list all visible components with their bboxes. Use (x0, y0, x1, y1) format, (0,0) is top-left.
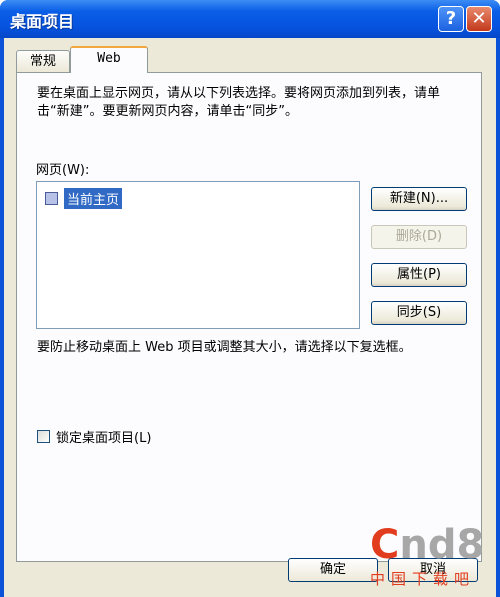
watermark-brand: Cnd8 (370, 522, 485, 568)
close-button[interactable]: ✕ (466, 6, 492, 32)
window-title: 桌面项目 (10, 12, 75, 31)
lock-items-row[interactable]: 锁定桌面项目(L) (37, 427, 151, 446)
new-button[interactable]: 新建(N)... (371, 187, 467, 211)
watermark-logo: Cnd8 中国下载吧 (364, 520, 492, 590)
list-item[interactable]: 当前主页 (45, 187, 123, 209)
properties-button[interactable]: 属性(P) (371, 263, 467, 287)
lock-items-checkbox[interactable] (37, 430, 50, 443)
tab-general[interactable]: 常规 (16, 50, 70, 72)
sync-button[interactable]: 同步(S) (371, 301, 467, 325)
item-checkbox[interactable] (45, 191, 58, 205)
watermark-sub: 中国下载吧 (370, 570, 476, 588)
instructions-text: 要在桌面上显示网页，请从以下列表选择。要将网页添加到列表，请单击“新建”。要更新… (37, 86, 441, 119)
web-tab-panel: 要在桌面上显示网页，请从以下列表选择。要将网页添加到列表，请单击“新建”。要更新… (16, 72, 482, 562)
help-button[interactable]: ? (438, 6, 464, 32)
title-bar[interactable]: 桌面项目 ? ✕ (0, 0, 500, 38)
tab-web[interactable]: Web (70, 46, 148, 73)
web-pages-label: 网页(W): (36, 163, 90, 178)
dialog-client: 常规 Web 要在桌面上显示网页，请从以下列表选择。要将网页添加到列表，请单击“… (4, 38, 496, 597)
web-pages-list[interactable]: 当前主页 (36, 181, 360, 329)
dialog-window: 桌面项目 ? ✕ 常规 Web 要在桌面上显示网页，请从以下列表选择。要将网页添… (0, 0, 500, 597)
delete-button[interactable]: 删除(D) (371, 225, 467, 249)
lock-items-label: 锁定桌面项目(L) (56, 431, 152, 446)
list-item-label: 当前主页 (64, 187, 123, 209)
lock-note-text: 要防止移动桌面上 Web 项目或调整其大小，请选择以下复选框。 (37, 340, 412, 355)
